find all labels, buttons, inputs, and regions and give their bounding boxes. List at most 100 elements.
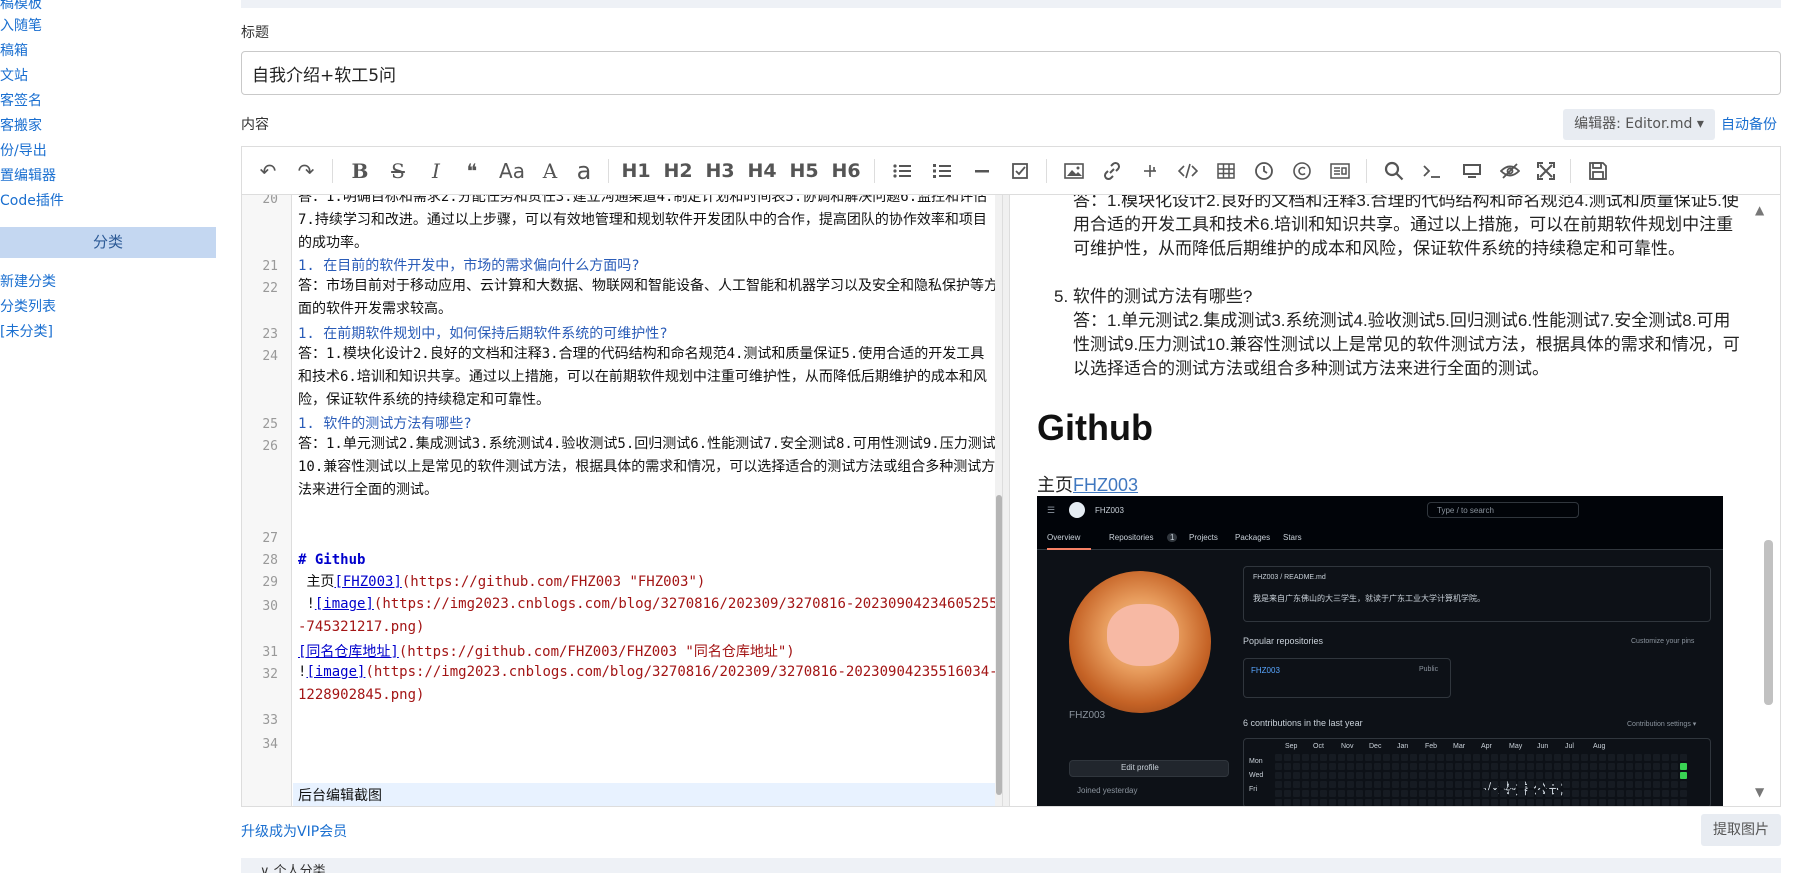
- scroll-up-icon[interactable]: ▲: [1755, 203, 1764, 217]
- gh-contrib-cell: [1491, 790, 1498, 797]
- checkbox-icon[interactable]: [1004, 155, 1036, 187]
- scroll-down-icon[interactable]: ▼: [1755, 785, 1764, 799]
- gh-contrib-cell: [1338, 754, 1345, 761]
- fullscreen-icon[interactable]: [1530, 155, 1562, 187]
- github-profile-screenshot: ☰ FHZ003 Type / to search Overview Repos…: [1037, 496, 1723, 806]
- extract-images-button[interactable]: 提取图片: [1701, 814, 1781, 846]
- sidebar-link[interactable]: 文站: [0, 66, 214, 86]
- gh-contrib-cell: [1644, 763, 1651, 770]
- source-url: (https://github.com/FHZ003/FHZ003 "同名仓库地…: [398, 644, 795, 660]
- title-input[interactable]: [241, 51, 1781, 95]
- anchor-icon[interactable]: [1134, 155, 1166, 187]
- source-line: ![image](https://img2023.cnblogs.com/blo…: [298, 661, 998, 707]
- terminal-icon[interactable]: [1416, 155, 1448, 187]
- gh-contrib-cell: [1662, 781, 1669, 788]
- sidebar-link[interactable]: Code插件: [0, 191, 214, 211]
- hr-icon[interactable]: [966, 155, 998, 187]
- personal-category-header[interactable]: ∨ 个人分类: [260, 860, 326, 873]
- vip-upgrade-link[interactable]: 升级成为VIP会员: [241, 821, 347, 841]
- gh-contrib-cell: [1293, 790, 1300, 797]
- gh-contrib-cell: [1626, 772, 1633, 779]
- gh-contrib-cell: [1500, 790, 1507, 797]
- line-number: 26: [262, 439, 278, 454]
- gh-month-label: Apr: [1481, 743, 1492, 750]
- bold-icon[interactable]: B: [344, 155, 376, 187]
- gh-contrib-cell: [1518, 790, 1525, 797]
- h3-button[interactable]: H3: [704, 155, 736, 187]
- gh-contrib-cell: [1365, 799, 1372, 806]
- gh-contrib-cell: [1392, 790, 1399, 797]
- gh-contrib-cell: [1401, 754, 1408, 761]
- gh-contrib-cell: [1635, 799, 1642, 806]
- toolbar-divider: [1570, 159, 1571, 183]
- gh-contrib-cell: [1383, 772, 1390, 779]
- editor-select[interactable]: 编辑器: Editor.md ▾: [1563, 109, 1715, 140]
- gh-contrib-cell: [1653, 790, 1660, 797]
- sidebar-link[interactable]: 客搬家: [0, 116, 214, 136]
- sidebar-link[interactable]: 稿箱: [0, 41, 214, 61]
- gh-contrib-cell: [1518, 781, 1525, 788]
- gh-contrib-cell: [1491, 781, 1498, 788]
- list-ul-icon[interactable]: [886, 155, 918, 187]
- gh-month-label: Dec: [1369, 743, 1382, 750]
- gh-contrib-cell: [1662, 790, 1669, 797]
- new-category-link[interactable]: 新建分类: [0, 272, 214, 292]
- link-icon[interactable]: [1096, 155, 1128, 187]
- sidebar-link[interactable]: 客签名: [0, 91, 214, 111]
- h4-button[interactable]: H4: [746, 155, 778, 187]
- sidebar-link[interactable]: 稿模板: [0, 0, 214, 14]
- sidebar-link[interactable]: 份/导出: [0, 141, 214, 161]
- gh-contrib-cell: [1554, 754, 1561, 761]
- gh-contrib-cell: [1428, 799, 1435, 806]
- italic-icon[interactable]: I: [420, 155, 452, 187]
- home-link[interactable]: FHZ003: [1073, 475, 1138, 495]
- search-icon[interactable]: [1378, 155, 1410, 187]
- gh-contrib-cell: [1428, 763, 1435, 770]
- gh-contrib-cell: [1329, 799, 1336, 806]
- uncategorized-link[interactable]: [未分类]: [0, 322, 214, 342]
- uppercase-icon[interactable]: Aa: [496, 155, 528, 187]
- redo-icon[interactable]: ↷: [290, 155, 322, 187]
- list-ol-icon[interactable]: [926, 155, 958, 187]
- sidebar-link[interactable]: 置编辑器: [0, 166, 214, 186]
- quote-icon[interactable]: ❝: [456, 155, 488, 187]
- h2-button[interactable]: H2: [662, 155, 694, 187]
- eye-off-icon[interactable]: [1494, 155, 1526, 187]
- h5-button[interactable]: H5: [788, 155, 820, 187]
- code-icon[interactable]: [1172, 155, 1204, 187]
- gh-contrib-cell: [1437, 799, 1444, 806]
- font-a-icon[interactable]: A: [534, 155, 566, 187]
- gh-contrib-cell: [1653, 763, 1660, 770]
- gh-contrib-cell: [1293, 763, 1300, 770]
- strikethrough-icon[interactable]: S: [382, 155, 414, 187]
- h1-button[interactable]: H1: [620, 155, 652, 187]
- sidebar-link[interactable]: 入随笔: [0, 16, 214, 36]
- gh-readme-path: FHZ003 / README.md: [1253, 574, 1326, 581]
- copyright-icon[interactable]: [1286, 155, 1318, 187]
- gh-contrib-cell: [1572, 772, 1579, 779]
- gh-customize: Customize your pins: [1631, 638, 1695, 645]
- undo-icon[interactable]: ↶: [252, 155, 284, 187]
- gh-contrib-cell: [1635, 781, 1642, 788]
- save-icon[interactable]: [1582, 155, 1614, 187]
- clock-icon[interactable]: [1248, 155, 1280, 187]
- html-entities-icon[interactable]: [1324, 155, 1356, 187]
- font-a-lower-icon[interactable]: a: [568, 155, 600, 187]
- category-list-link[interactable]: 分类列表: [0, 297, 214, 317]
- gh-month-label: Sep: [1285, 743, 1298, 750]
- gh-contrib-cell: [1626, 754, 1633, 761]
- gh-contrib-cell: [1473, 772, 1480, 779]
- gh-contrib-cell: [1581, 763, 1588, 770]
- table-icon[interactable]: [1210, 155, 1242, 187]
- preview-icon[interactable]: [1456, 155, 1488, 187]
- gh-contrib-cell: [1671, 781, 1678, 788]
- markdown-source-pane[interactable]: 20 21 22 23 24 25 26 27 28 29 30 31 32 3…: [242, 195, 1002, 806]
- gh-contrib-cell: [1482, 790, 1489, 797]
- autosave-link[interactable]: 自动备份: [1721, 114, 1777, 134]
- image-icon[interactable]: [1058, 155, 1090, 187]
- h6-button[interactable]: H6: [830, 155, 862, 187]
- gh-contrib-cell: [1356, 772, 1363, 779]
- toolbar-divider: [874, 159, 875, 183]
- toolbar-divider: [1366, 159, 1367, 183]
- preview-scrollbar-thumb[interactable]: [1764, 540, 1773, 705]
